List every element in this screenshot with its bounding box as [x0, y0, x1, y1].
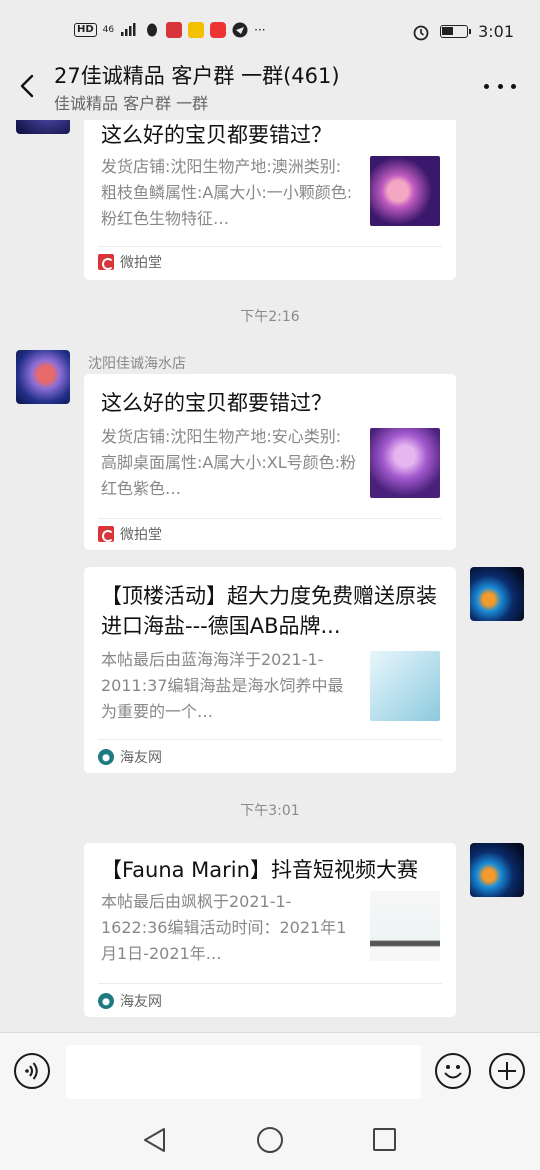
- link-card[interactable]: 【Fauna Marin】抖音短视频大赛 本帖最后由飒枫于2021-1-1622…: [84, 843, 456, 1017]
- plus-button[interactable]: [489, 1053, 525, 1089]
- back-button[interactable]: [14, 70, 42, 102]
- link-card[interactable]: 【顶楼活动】超大力度免费赠送原装进口海盐---德国AB品牌... 本帖最后由蓝海…: [84, 567, 456, 773]
- card-thumbnail: [370, 428, 440, 498]
- card-source-label: 海友网: [120, 750, 162, 766]
- emoji-button[interactable]: [435, 1053, 471, 1089]
- system-back-button[interactable]: [142, 1126, 168, 1154]
- chat-subtitle: 佳诚精品 客户群 一群: [54, 94, 209, 113]
- avatar[interactable]: [16, 350, 70, 404]
- status-left-icons: HD 46 ···: [74, 22, 266, 38]
- card-thumbnail: [370, 891, 440, 961]
- link-card[interactable]: 这么好的宝贝都要错过？ 发货店铺:沈阳生物产地:澳洲类别:粗枝鱼鳞属性:A属大小…: [84, 120, 456, 280]
- card-divider: [98, 246, 442, 247]
- voice-button[interactable]: [14, 1053, 50, 1089]
- app-red2-icon: [210, 22, 227, 38]
- card-source: 微拍堂: [98, 524, 162, 544]
- card-divider: [98, 739, 442, 740]
- card-description: 发货店铺:沈阳生物产地:澳洲类别:粗枝鱼鳞属性:A属大小:一小颗颜色:粉红色生物…: [101, 157, 353, 228]
- timestamp: 下午3:01: [240, 803, 300, 819]
- send-icon: [232, 22, 248, 38]
- link-card[interactable]: 这么好的宝贝都要错过？ 发货店铺:沈阳生物产地:安心类别:高脚桌面属性:A属大小…: [84, 374, 456, 550]
- more-button[interactable]: [484, 74, 516, 98]
- card-title: 【顶楼活动】超大力度免费赠送原装进口海盐---德国AB品牌...: [101, 584, 437, 638]
- card-title: 【Fauna Marin】抖音短视频大赛: [101, 858, 418, 882]
- timestamp: 下午2:16: [240, 309, 300, 325]
- hd-badge: HD: [74, 23, 97, 37]
- card-thumbnail: [370, 156, 440, 226]
- status-right: 3:01: [412, 22, 514, 41]
- system-nav-bar: [0, 1112, 540, 1170]
- battery-icon: [440, 25, 472, 38]
- card-title: 这么好的宝贝都要错过？: [101, 391, 332, 415]
- card-divider: [98, 983, 442, 984]
- signal-icon: 46: [102, 24, 115, 35]
- card-thumbnail: [370, 651, 440, 721]
- more-status-icon: ···: [254, 23, 266, 37]
- triangle-back-icon: [144, 1128, 165, 1152]
- voice-icon: [25, 1062, 38, 1080]
- emoji-icon: [444, 1065, 462, 1079]
- haiyou-icon: [98, 993, 114, 1009]
- plus-icon: [498, 1062, 516, 1080]
- card-source: 海友网: [98, 991, 162, 1011]
- system-recents-button[interactable]: [373, 1128, 396, 1151]
- signal-bars-icon: [121, 23, 136, 36]
- card-source-label: 海友网: [120, 994, 162, 1010]
- haiyou-icon: [98, 749, 114, 765]
- card-divider: [98, 518, 442, 519]
- card-description: 本帖最后由蓝海海洋于2021-1-2011:37编辑海盐是海水饲养中最为重要的一…: [101, 650, 344, 721]
- alarm-icon: [413, 25, 429, 40]
- chat-header: 27佳诚精品 客户群 一群(461) 佳诚精品 客户群 一群: [0, 54, 540, 120]
- weipaitang-icon: [98, 254, 114, 270]
- app-yellow-icon: [188, 22, 205, 38]
- system-home-button[interactable]: [257, 1127, 283, 1153]
- sender-name: 沈阳佳诚海水店: [88, 356, 186, 372]
- status-time: 3:01: [478, 22, 514, 41]
- qq-icon: [147, 23, 158, 37]
- chat-title: 27佳诚精品 客户群 一群(461): [54, 64, 340, 88]
- chat-area[interactable]: 这么好的宝贝都要错过？ 发货店铺:沈阳生物产地:澳洲类别:粗枝鱼鳞属性:A属大小…: [0, 120, 540, 1032]
- card-description: 本帖最后由飒枫于2021-1-1622:36编辑活动时间：2021年1月1日-2…: [101, 892, 347, 963]
- message-input[interactable]: [66, 1045, 421, 1099]
- card-title: 这么好的宝贝都要错过？: [101, 123, 332, 147]
- my-avatar[interactable]: [470, 843, 524, 897]
- my-avatar[interactable]: [470, 567, 524, 621]
- card-source: 微拍堂: [98, 252, 162, 272]
- card-description: 发货店铺:沈阳生物产地:安心类别:高脚桌面属性:A属大小:XL号颜色:粉红色紫色…: [101, 427, 356, 498]
- card-source-label: 微拍堂: [120, 527, 162, 543]
- chevron-left-icon: [20, 74, 34, 98]
- card-source-label: 微拍堂: [120, 255, 162, 271]
- input-bar: [0, 1032, 540, 1112]
- card-source: 海友网: [98, 747, 162, 767]
- app-red-icon: [166, 22, 183, 38]
- avatar[interactable]: [16, 120, 70, 134]
- weipaitang-icon: [98, 526, 114, 542]
- more-dots-icon: [484, 83, 489, 89]
